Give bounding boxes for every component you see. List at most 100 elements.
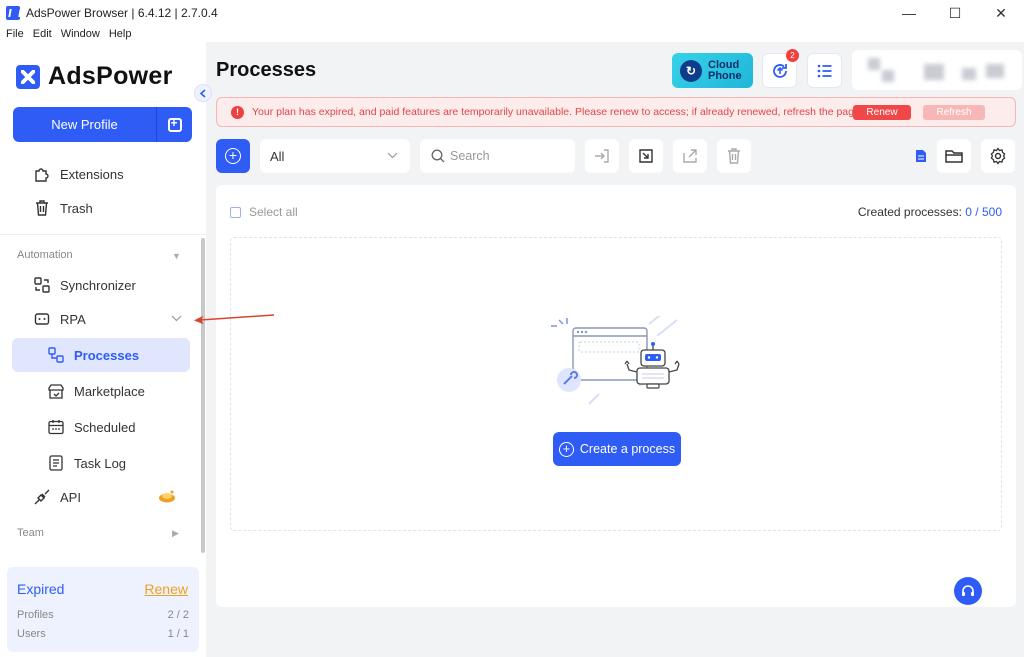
plus-circle-icon: + xyxy=(558,441,574,457)
add-process-button[interactable]: + xyxy=(216,139,250,173)
profiles-label: Profiles xyxy=(17,609,54,621)
import-icon xyxy=(595,149,609,163)
search-box[interactable] xyxy=(420,139,575,173)
trash-icon xyxy=(32,198,52,218)
new-profile-label[interactable]: New Profile xyxy=(13,117,156,132)
users-value: 1 / 1 xyxy=(167,628,189,640)
processes-card: Select all Created processes: 0 / 500 + … xyxy=(216,185,1016,607)
title-bar: AdsPower Browser | 6.4.12 | 2.7.0.4 — ☐ … xyxy=(0,0,1024,26)
brand-name: AdsPower xyxy=(48,62,173,90)
task-list-button[interactable] xyxy=(807,53,842,88)
store-icon xyxy=(46,381,66,401)
gear-icon xyxy=(990,147,1006,165)
created-label: Created processes: xyxy=(857,205,962,219)
created-processes-count: Created processes: 0 / 500 xyxy=(858,205,1002,219)
update-button[interactable]: 2 xyxy=(762,49,799,88)
folder-icon xyxy=(945,150,963,163)
settings-button[interactable] xyxy=(981,139,1015,173)
blurred-block xyxy=(924,64,944,80)
select-all-checkbox[interactable]: Select all xyxy=(230,205,298,219)
search-icon xyxy=(431,149,445,163)
cloud-phone-button[interactable]: ↻ Cloud Phone xyxy=(672,53,753,88)
robot-icon xyxy=(32,309,52,329)
select-all-label: Select all xyxy=(249,205,298,219)
adspower-logo-icon xyxy=(16,64,40,89)
menu-bar: File Edit Window Help xyxy=(0,26,134,42)
menu-edit[interactable]: Edit xyxy=(33,28,52,40)
import-button[interactable] xyxy=(585,139,619,173)
main-panel: Processes ↻ Cloud Phone 2 ! Your plan ha… xyxy=(206,42,1024,657)
sync-update-icon xyxy=(772,63,787,78)
brand-logo: AdsPower xyxy=(16,62,173,91)
caret-down-icon[interactable]: ▼ xyxy=(172,251,181,261)
add-square-icon xyxy=(167,116,182,132)
close-button[interactable]: ✕ xyxy=(978,0,1024,26)
window-title: AdsPower Browser | 6.4.12 | 2.7.0.4 xyxy=(26,6,218,20)
blurred-block xyxy=(986,64,1004,78)
alert-message: Your plan has expired, and paid features… xyxy=(252,106,863,118)
chevron-down-icon xyxy=(387,150,398,162)
menu-file[interactable]: File xyxy=(6,28,24,40)
collapse-sidebar-button[interactable] xyxy=(194,84,212,102)
document-icon xyxy=(916,150,926,162)
alert-refresh-button[interactable]: Refresh xyxy=(923,105,985,120)
delete-button[interactable] xyxy=(717,139,751,173)
caret-right-icon[interactable]: ▶ xyxy=(172,528,179,539)
sidebar-scrollbar[interactable] xyxy=(201,238,205,553)
notification-badge: 2 xyxy=(786,49,799,62)
puzzle-icon xyxy=(32,164,52,184)
blurred-block xyxy=(962,68,976,80)
promo-badge-icon xyxy=(158,489,176,506)
share-button[interactable] xyxy=(673,139,707,173)
cloud-phone-label: Cloud Phone xyxy=(708,59,742,82)
sidebar-item-synchronizer[interactable]: Synchronizer xyxy=(12,268,190,302)
chevron-down-icon[interactable] xyxy=(171,314,182,325)
page-title: Processes xyxy=(216,59,317,81)
quick-add-profile-button[interactable] xyxy=(157,116,192,132)
sidebar-item-marketplace[interactable]: Marketplace xyxy=(12,374,190,408)
app-logo-icon xyxy=(6,6,20,20)
sidebar-item-processes[interactable]: Processes xyxy=(12,338,190,372)
sidebar-item-scheduled[interactable]: Scheduled xyxy=(12,410,190,444)
customer-support-button[interactable] xyxy=(954,577,982,605)
group-filter-select[interactable]: All xyxy=(260,139,410,173)
section-automation[interactable]: Automation xyxy=(17,249,73,261)
create-process-button[interactable]: + Create a process xyxy=(553,432,681,466)
search-input[interactable] xyxy=(450,149,570,163)
maximize-button[interactable]: ☐ xyxy=(932,0,978,26)
minimize-button[interactable]: — xyxy=(886,0,932,26)
cloud-phone-icon: ↻ xyxy=(680,59,702,82)
sidebar-item-rpa[interactable]: RPA xyxy=(12,302,190,336)
document-button[interactable] xyxy=(904,139,938,173)
profiles-value: 2 / 2 xyxy=(167,609,189,621)
section-team[interactable]: Team xyxy=(17,527,44,539)
new-profile-button[interactable]: New Profile xyxy=(13,107,192,142)
alert-renew-button[interactable]: Renew xyxy=(853,105,911,120)
plan-status: Expired xyxy=(17,581,65,597)
sidebar-item-extensions[interactable]: Extensions xyxy=(12,157,190,191)
trash-icon xyxy=(728,148,740,164)
plus-circle-icon: + xyxy=(225,148,241,164)
create-process-label: Create a process xyxy=(579,442,676,456)
sidebar-item-label: RPA xyxy=(60,311,86,327)
plan-renew-link[interactable]: Renew xyxy=(144,581,188,597)
export-button[interactable] xyxy=(629,139,663,173)
sidebar-item-label: Synchronizer xyxy=(60,277,136,293)
checkbox[interactable] xyxy=(230,206,241,218)
filter-selected-value: All xyxy=(270,148,285,164)
account-menu[interactable] xyxy=(852,50,1022,90)
open-folder-button[interactable] xyxy=(937,139,971,173)
sidebar-item-label: Marketplace xyxy=(74,383,145,399)
sidebar-item-task-log[interactable]: Task Log xyxy=(12,446,190,480)
sidebar-item-trash[interactable]: Trash xyxy=(12,191,190,225)
menu-window[interactable]: Window xyxy=(61,28,100,40)
sidebar-item-api[interactable]: API xyxy=(12,480,190,514)
sidebar-item-label: Trash xyxy=(60,200,93,216)
plan-profiles-row: Profiles 2 / 2 xyxy=(17,609,189,621)
sidebar: AdsPower New Profile Extensions Trash Au… xyxy=(0,42,206,657)
menu-help[interactable]: Help xyxy=(109,28,132,40)
list-icon xyxy=(817,64,831,77)
plan-expired-alert: ! Your plan has expired, and paid featur… xyxy=(216,97,1016,127)
annotation-arrow-icon xyxy=(194,314,275,325)
cloud-phone-line2: Phone xyxy=(708,69,742,82)
